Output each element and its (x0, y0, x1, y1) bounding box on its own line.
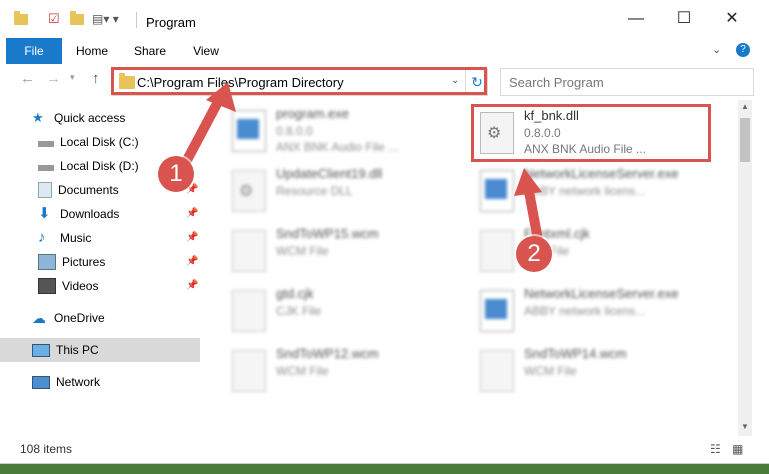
arrow-2 (514, 168, 543, 245)
annotation-arrows (181, 82, 543, 245)
callout-1: 1 (158, 156, 194, 192)
callout-2: 2 (516, 236, 552, 272)
arrow-1 (181, 82, 236, 167)
